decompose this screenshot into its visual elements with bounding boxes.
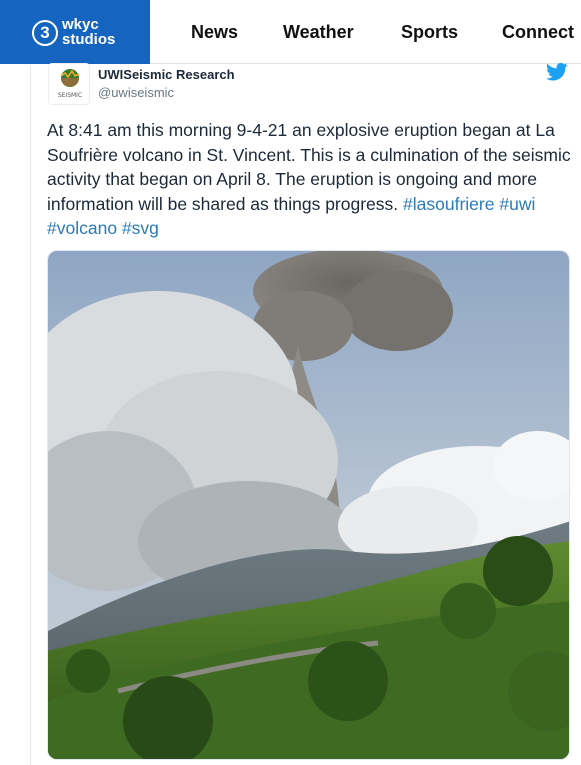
nav-news[interactable]: News — [191, 0, 238, 64]
logo-line-1: wkyc — [62, 16, 99, 33]
nav-sports[interactable]: Sports — [401, 0, 458, 64]
logo-channel-number: 3 — [32, 20, 58, 46]
nav-connect[interactable]: Connect — [502, 0, 574, 64]
site-logo[interactable]: 3 wkyc studios — [0, 0, 150, 64]
nav-weather[interactable]: Weather — [283, 0, 354, 64]
site-header: 3 wkyc studios News Weather Sports Conne… — [0, 0, 581, 64]
hashtag-volcano[interactable]: #volcano — [47, 218, 117, 238]
svg-text:SEISMIC: SEISMIC — [58, 92, 82, 99]
hashtag-lasoufriere[interactable]: #lasoufriere — [403, 194, 494, 214]
volcano-eruption-photo[interactable] — [47, 250, 570, 760]
tweet-author-name[interactable]: UWISeismic Research — [98, 67, 235, 82]
hashtag-svg[interactable]: #svg — [122, 218, 159, 238]
logo-wordmark: wkyc studios — [62, 17, 115, 47]
eruption-image — [48, 251, 569, 759]
tweet-body: At 8:41 am this morning 9-4-21 an explos… — [47, 118, 575, 241]
author-avatar[interactable]: SEISMIC — [48, 63, 90, 105]
hashtag-uwi[interactable]: #uwi — [499, 194, 535, 214]
logo-line-2: studios — [62, 31, 116, 48]
seismic-logo-icon: SEISMIC — [58, 69, 82, 99]
twitter-bird-icon[interactable] — [546, 62, 568, 82]
tweet-author-handle[interactable]: @uwiseismic — [98, 85, 174, 100]
